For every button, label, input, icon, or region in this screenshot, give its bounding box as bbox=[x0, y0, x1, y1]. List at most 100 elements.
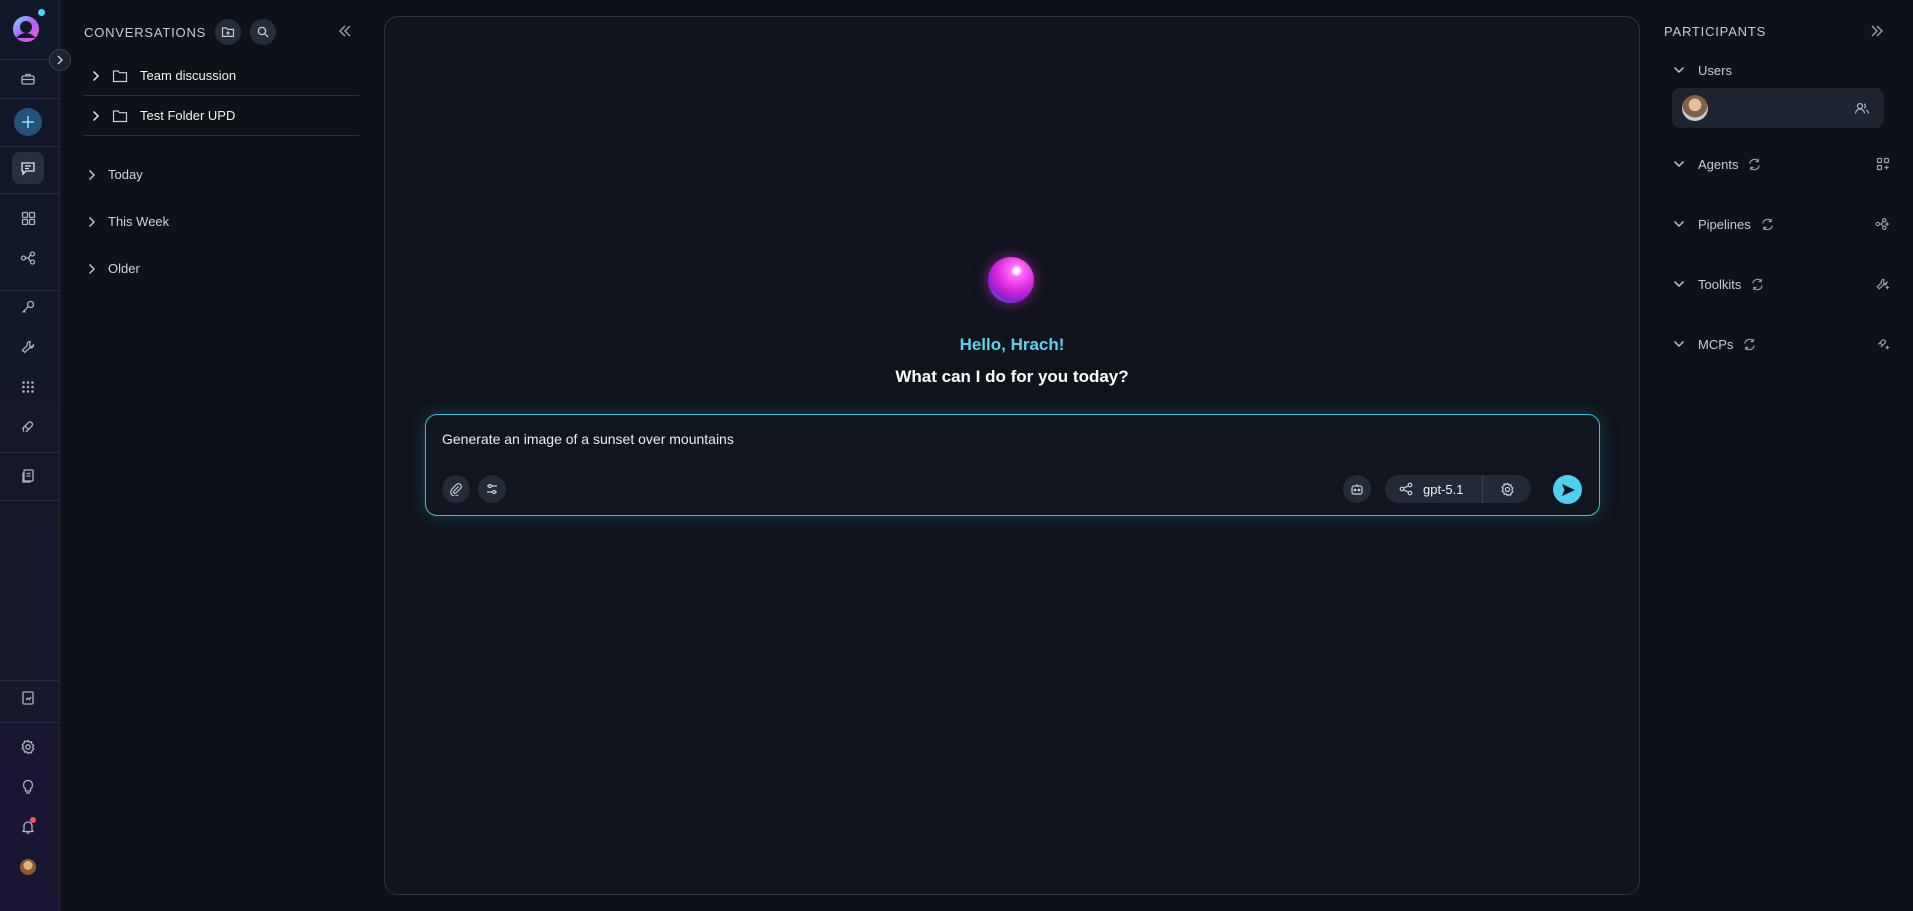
add-toolkit-icon[interactable] bbox=[1876, 277, 1890, 291]
chat-main-area: Hello, Hrach! What can I do for you toda… bbox=[384, 16, 1640, 895]
rail-apps-button[interactable] bbox=[12, 371, 44, 403]
chevron-right-icon bbox=[92, 110, 100, 121]
message-input[interactable]: Generate an image of a sunset over mount… bbox=[442, 431, 734, 447]
mcp-icon bbox=[22, 421, 34, 433]
group-today[interactable]: Today bbox=[88, 167, 143, 182]
add-mcp-icon[interactable] bbox=[1876, 337, 1890, 351]
refresh-icon[interactable] bbox=[1748, 158, 1761, 171]
participant-avatar bbox=[1682, 95, 1708, 121]
robot-icon bbox=[1351, 484, 1363, 495]
rail-tips-button[interactable] bbox=[12, 771, 44, 803]
rail-divider bbox=[0, 193, 60, 194]
conversations-panel: CONVERSATIONS Team discussion Test Folde… bbox=[60, 0, 370, 911]
rail-credentials-button[interactable] bbox=[12, 291, 44, 323]
grid-icon bbox=[21, 211, 35, 225]
conversations-title: CONVERSATIONS bbox=[84, 24, 207, 40]
folder-label: Team discussion bbox=[140, 68, 237, 83]
chevron-down-icon bbox=[1674, 281, 1684, 287]
collapse-participants-button[interactable] bbox=[1869, 23, 1885, 39]
new-conversation-button[interactable] bbox=[14, 108, 42, 136]
rail-dashboard-button[interactable] bbox=[12, 202, 44, 234]
add-pipeline-icon[interactable] bbox=[1875, 217, 1890, 231]
group-older[interactable]: Older bbox=[88, 261, 140, 276]
section-label: Toolkits bbox=[1698, 276, 1742, 292]
rail-chat-button[interactable] bbox=[12, 152, 44, 184]
wrench-icon bbox=[21, 340, 35, 354]
rail-toolkits-button[interactable] bbox=[12, 331, 44, 363]
agent-select-button[interactable] bbox=[1343, 475, 1371, 503]
search-conversations-button[interactable] bbox=[250, 19, 277, 45]
refresh-icon[interactable] bbox=[1751, 278, 1764, 291]
section-label: Agents bbox=[1698, 156, 1739, 172]
group-label: Today bbox=[108, 167, 143, 182]
rail-divider bbox=[0, 500, 60, 501]
send-button[interactable] bbox=[1553, 475, 1582, 504]
participants-title: PARTICIPANTS bbox=[1664, 24, 1767, 39]
rail-pipelines-button[interactable] bbox=[12, 242, 44, 274]
rail-divider bbox=[0, 98, 60, 99]
left-nav-rail bbox=[0, 0, 60, 911]
app-logo-icon[interactable] bbox=[11, 9, 45, 44]
rail-mcp-button[interactable] bbox=[12, 411, 44, 443]
apps-grid-icon bbox=[22, 381, 34, 393]
users-group-icon bbox=[1854, 102, 1870, 114]
rail-briefcase-button[interactable] bbox=[12, 63, 44, 95]
refresh-icon[interactable] bbox=[1743, 338, 1756, 351]
rail-settings-button[interactable] bbox=[12, 731, 44, 763]
folder-icon bbox=[112, 109, 128, 122]
conversations-header: CONVERSATIONS bbox=[84, 19, 277, 45]
greeting-subtitle: What can I do for you today? bbox=[895, 367, 1129, 386]
collapse-conversations-button[interactable] bbox=[337, 23, 353, 39]
user-participant-card[interactable] bbox=[1672, 88, 1884, 128]
share-nodes-icon bbox=[1399, 482, 1413, 496]
logo-status-dot bbox=[38, 9, 45, 16]
sliders-icon bbox=[487, 483, 497, 495]
chevron-down-icon bbox=[1674, 67, 1684, 73]
section-label: MCPs bbox=[1698, 336, 1734, 352]
folder-row[interactable]: Team discussion bbox=[84, 56, 359, 96]
message-composer[interactable]: Generate an image of a sunset over mount… bbox=[425, 414, 1600, 516]
chevron-right-icon bbox=[57, 55, 63, 65]
model-select-button[interactable]: gpt-5.1 bbox=[1385, 475, 1483, 503]
section-mcps[interactable]: MCPs bbox=[1672, 334, 1890, 354]
chevron-right-icon bbox=[92, 70, 100, 81]
flow-icon bbox=[20, 251, 36, 265]
model-settings-button[interactable] bbox=[1483, 482, 1531, 497]
section-label: Users bbox=[1698, 62, 1732, 78]
user-avatar[interactable] bbox=[20, 859, 36, 875]
attach-button[interactable] bbox=[442, 475, 470, 503]
chevron-right-icon bbox=[89, 216, 95, 227]
model-selector[interactable]: gpt-5.1 bbox=[1385, 475, 1531, 503]
gear-icon bbox=[1500, 482, 1514, 496]
double-chevron-left-icon bbox=[339, 25, 351, 37]
paperclip-icon bbox=[450, 483, 462, 496]
plus-icon bbox=[22, 116, 34, 128]
chevron-down-icon bbox=[1674, 341, 1684, 347]
group-this-week[interactable]: This Week bbox=[88, 214, 169, 229]
rail-artifacts-button[interactable] bbox=[12, 460, 44, 492]
folder-row[interactable]: Test Folder UPD bbox=[84, 96, 359, 136]
folder-label: Test Folder UPD bbox=[140, 108, 236, 123]
settings-sliders-button[interactable] bbox=[478, 475, 506, 503]
expand-sidebar-button[interactable] bbox=[49, 49, 71, 71]
gear-icon bbox=[21, 739, 35, 755]
app-root: CONVERSATIONS Team discussion Test Folde… bbox=[0, 0, 1913, 911]
section-pipelines[interactable]: Pipelines bbox=[1672, 214, 1890, 234]
new-folder-button[interactable] bbox=[215, 19, 242, 45]
section-agents[interactable]: Agents bbox=[1672, 154, 1890, 174]
rail-notifications-button[interactable] bbox=[12, 811, 44, 843]
greeting-text: Hello, Hrach! bbox=[959, 335, 1065, 354]
section-toolkits[interactable]: Toolkits bbox=[1672, 274, 1890, 294]
rail-reports-button[interactable] bbox=[12, 682, 44, 714]
section-label: Pipelines bbox=[1698, 216, 1751, 232]
documents-icon bbox=[22, 469, 34, 483]
chevron-right-icon bbox=[89, 169, 95, 180]
manage-users-button[interactable] bbox=[1854, 101, 1870, 115]
send-icon bbox=[1561, 483, 1575, 496]
add-agent-icon[interactable] bbox=[1876, 157, 1890, 171]
group-label: This Week bbox=[108, 214, 170, 229]
rail-divider bbox=[0, 452, 60, 453]
chevron-down-icon bbox=[1674, 161, 1684, 167]
section-users[interactable]: Users bbox=[1672, 60, 1890, 80]
refresh-icon[interactable] bbox=[1761, 218, 1774, 231]
